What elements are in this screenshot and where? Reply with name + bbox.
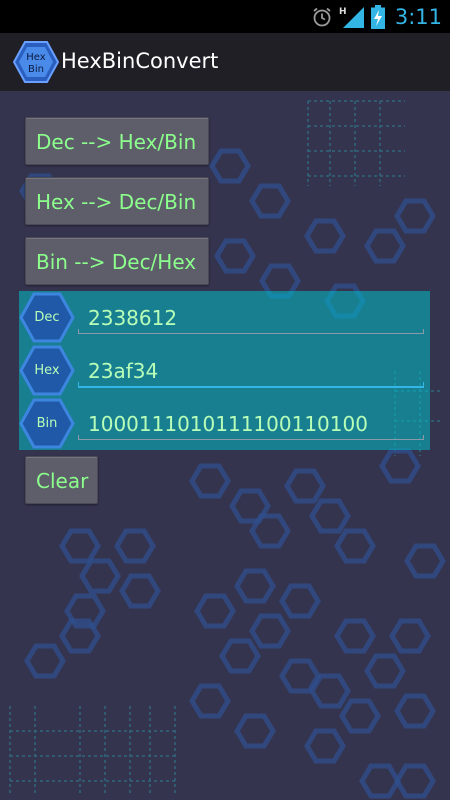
dec-input-underline — [78, 329, 424, 334]
app-title: HexBinConvert — [61, 49, 219, 73]
dec-label: Dec — [34, 310, 60, 325]
bin-badge: Bin — [19, 397, 75, 450]
app-icon-text-bin: Bin — [28, 64, 44, 75]
dec-row: Dec — [19, 291, 430, 344]
alarm-icon — [311, 6, 333, 28]
bin-label: Bin — [36, 416, 58, 431]
svg-text:H: H — [339, 7, 347, 17]
bin-input-underline — [78, 435, 424, 440]
hex-label: Hex — [34, 363, 60, 378]
clear-button[interactable]: Clear — [25, 456, 98, 504]
app-icon-text-hex: Hex — [26, 52, 45, 63]
hex-to-decbin-button[interactable]: Hex --> Dec/Bin — [25, 177, 209, 225]
hex-input[interactable] — [78, 352, 424, 390]
battery-charging-icon — [370, 4, 385, 29]
bin-to-dechex-button[interactable]: Bin --> Dec/Hex — [25, 237, 209, 285]
status-time: 3:11 — [394, 4, 442, 29]
hex-badge: Hex — [19, 344, 75, 397]
hex-row: Hex — [19, 344, 430, 397]
status-icons: H 3:11 — [311, 0, 442, 33]
action-bar: Hex Bin HexBinConvert — [0, 33, 450, 91]
signal-h-icon: H — [339, 5, 365, 29]
hex-input-underline — [78, 382, 424, 388]
dec-to-hexbin-button[interactable]: Dec --> Hex/Bin — [25, 117, 209, 165]
dec-badge: Dec — [19, 291, 75, 344]
dec-input[interactable] — [78, 299, 424, 337]
status-bar: H 3:11 — [0, 0, 450, 33]
bin-input[interactable] — [78, 405, 424, 443]
converter-panel: Dec Hex Bin — [19, 291, 430, 450]
app-logo-icon[interactable]: Hex Bin — [12, 39, 60, 85]
bin-row: Bin — [19, 397, 430, 450]
